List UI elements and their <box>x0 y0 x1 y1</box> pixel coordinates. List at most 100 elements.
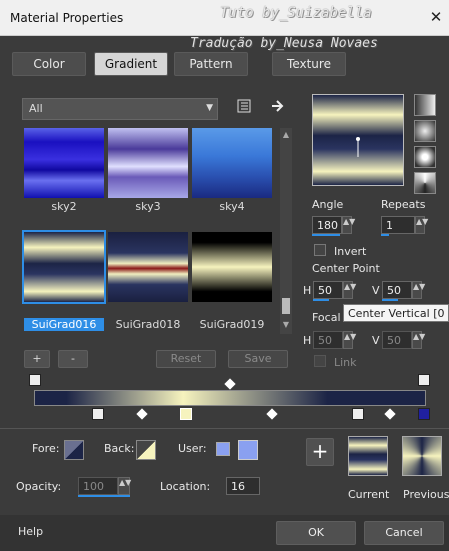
window-title: Material Properties <box>10 11 124 25</box>
preset-category-select[interactable]: All ▼ <box>22 98 218 120</box>
preset-category-value: All <box>29 102 43 115</box>
focal-h-input[interactable]: 50 <box>313 331 343 349</box>
fore-swatch[interactable] <box>64 440 84 460</box>
repeats-label: Repeats <box>381 198 426 211</box>
divider <box>0 428 449 429</box>
watermark-line-2: Tradução by_Neusa Novaes <box>190 36 378 51</box>
swatch-label: SuiGrad019 <box>199 318 265 331</box>
angle-spinner[interactable]: ▲▼ <box>342 216 355 234</box>
swatch-label-selected: SuiGrad016 <box>24 318 104 331</box>
swatch-label: sky4 <box>219 200 245 213</box>
angle-input[interactable]: 180 <box>312 216 342 234</box>
focal-v-label: V <box>372 334 380 347</box>
focal-v-spinner[interactable]: ▲▼ <box>412 331 425 349</box>
linear-style-icon[interactable] <box>414 94 436 116</box>
sunburst-style-icon[interactable] <box>414 172 436 194</box>
center-v-slider[interactable] <box>382 299 398 301</box>
repeats-input[interactable]: 1 <box>381 216 415 234</box>
focal-h-spinner[interactable]: ▲▼ <box>343 331 356 349</box>
swatch-sky4[interactable] <box>192 128 272 198</box>
scroll-up-icon[interactable]: ▲ <box>280 130 292 139</box>
center-v-input[interactable]: 50 <box>382 281 412 299</box>
preset-swatch-grid: sky2 sky3 sky4 SuiGrad016 SuiGrad018 Sui… <box>22 128 276 334</box>
color-stop-marker[interactable] <box>92 408 104 420</box>
center-h-spinner[interactable]: ▲▼ <box>343 281 356 299</box>
tab-pattern[interactable]: Pattern <box>174 52 248 76</box>
ok-button[interactable]: OK <box>276 521 356 545</box>
watermark-line-1: Tuto by_Suizabella <box>220 5 372 21</box>
gradient-editor-bar[interactable] <box>34 390 426 406</box>
center-point-handle-icon[interactable] <box>351 135 365 159</box>
help-button[interactable]: Help <box>18 525 43 538</box>
close-icon[interactable]: ✕ <box>426 5 446 29</box>
invert-checkbox[interactable] <box>314 244 326 256</box>
swatch-label: sky2 <box>51 200 77 213</box>
center-point-label: Center Point <box>312 262 380 275</box>
color-stop-marker[interactable] <box>352 408 364 420</box>
remove-preset-button[interactable]: - <box>58 350 88 368</box>
preset-scrollbar[interactable]: ▲ ▼ <box>280 128 292 334</box>
focal-label: Focal <box>312 311 341 324</box>
midpoint-marker[interactable] <box>224 378 236 390</box>
midpoint-marker[interactable] <box>266 408 278 420</box>
opacity-input[interactable]: 100 <box>78 477 118 495</box>
center-h-input[interactable]: 50 <box>313 281 343 299</box>
user-swatch[interactable] <box>238 440 258 460</box>
tooltip: Center Vertical [0 - <box>343 304 449 322</box>
list-view-icon[interactable] <box>236 98 252 114</box>
scroll-thumb[interactable] <box>282 298 290 314</box>
link-checkbox[interactable] <box>314 355 326 367</box>
footer-bar: Help OK Cancel <box>0 515 449 551</box>
center-h-slider[interactable] <box>313 299 329 301</box>
add-preset-button[interactable]: + <box>24 350 50 368</box>
repeats-slider[interactable] <box>381 234 389 236</box>
swatch-suigrad019[interactable] <box>192 232 272 302</box>
previous-preview[interactable] <box>402 436 442 476</box>
swatch-sky3[interactable] <box>108 128 188 198</box>
swatch-suigrad016[interactable] <box>22 230 106 304</box>
tab-color[interactable]: Color <box>12 52 86 76</box>
back-swatch[interactable] <box>136 440 156 460</box>
focal-h-label: H <box>303 334 312 347</box>
previous-label: Previous <box>403 488 449 501</box>
top-right-stop-icon[interactable] <box>418 374 430 386</box>
swatch-sky2[interactable] <box>24 128 104 198</box>
swatch-label: SuiGrad018 <box>115 318 181 331</box>
color-stop-marker[interactable] <box>418 408 430 420</box>
add-to-swatches-button[interactable]: + <box>306 438 334 466</box>
top-left-stop-icon[interactable] <box>29 374 41 386</box>
invert-label: Invert <box>334 245 367 258</box>
reset-button[interactable]: Reset <box>156 350 216 368</box>
tab-gradient[interactable]: Gradient <box>94 52 168 76</box>
opacity-label: Opacity: <box>16 480 62 493</box>
current-preview[interactable] <box>348 436 388 476</box>
swatch-label: sky3 <box>135 200 161 213</box>
rectangular-style-icon[interactable] <box>414 120 436 142</box>
save-button[interactable]: Save <box>228 350 288 368</box>
angle-slider[interactable] <box>312 234 340 236</box>
scroll-down-icon[interactable]: ▼ <box>280 320 292 329</box>
location-label: Location: <box>160 480 211 493</box>
user-label: User: <box>178 442 207 455</box>
repeats-spinner[interactable]: ▲▼ <box>415 216 428 234</box>
color-stop-selected[interactable] <box>180 408 192 420</box>
tab-texture[interactable]: Texture <box>272 52 346 76</box>
cancel-button[interactable]: Cancel <box>364 521 444 545</box>
angle-label: Angle <box>312 198 344 211</box>
center-v-label: V <box>372 284 380 297</box>
gradient-preview[interactable] <box>312 94 404 186</box>
location-input[interactable]: 16 <box>226 477 260 495</box>
arrow-right-icon[interactable] <box>270 98 286 114</box>
opacity-slider[interactable] <box>78 495 130 497</box>
swatch-suigrad018[interactable] <box>108 232 188 302</box>
midpoint-marker[interactable] <box>384 408 396 420</box>
opacity-spinner[interactable]: ▲▼ <box>118 477 131 495</box>
fore-label: Fore: <box>32 442 60 455</box>
chevron-down-icon: ▼ <box>206 103 213 113</box>
focal-v-input[interactable]: 50 <box>382 331 412 349</box>
center-v-spinner[interactable]: ▲▼ <box>412 281 425 299</box>
user-swatch-small[interactable] <box>216 442 230 456</box>
center-h-label: H <box>303 284 312 297</box>
midpoint-marker[interactable] <box>136 408 148 420</box>
radial-style-icon[interactable] <box>414 146 436 168</box>
